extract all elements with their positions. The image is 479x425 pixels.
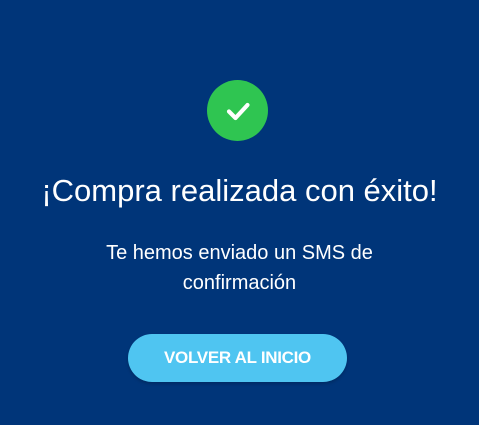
success-badge bbox=[207, 80, 268, 141]
back-to-home-button[interactable]: VOLVER AL INICIO bbox=[128, 334, 347, 382]
purchase-success-screen: ¡Compra realizada con éxito! Te hemos en… bbox=[0, 0, 479, 425]
check-icon bbox=[226, 102, 250, 120]
success-title: ¡Compra realizada con éxito! bbox=[41, 173, 438, 208]
confirmation-message: Te hemos enviado un SMS de confirmación bbox=[106, 242, 373, 294]
